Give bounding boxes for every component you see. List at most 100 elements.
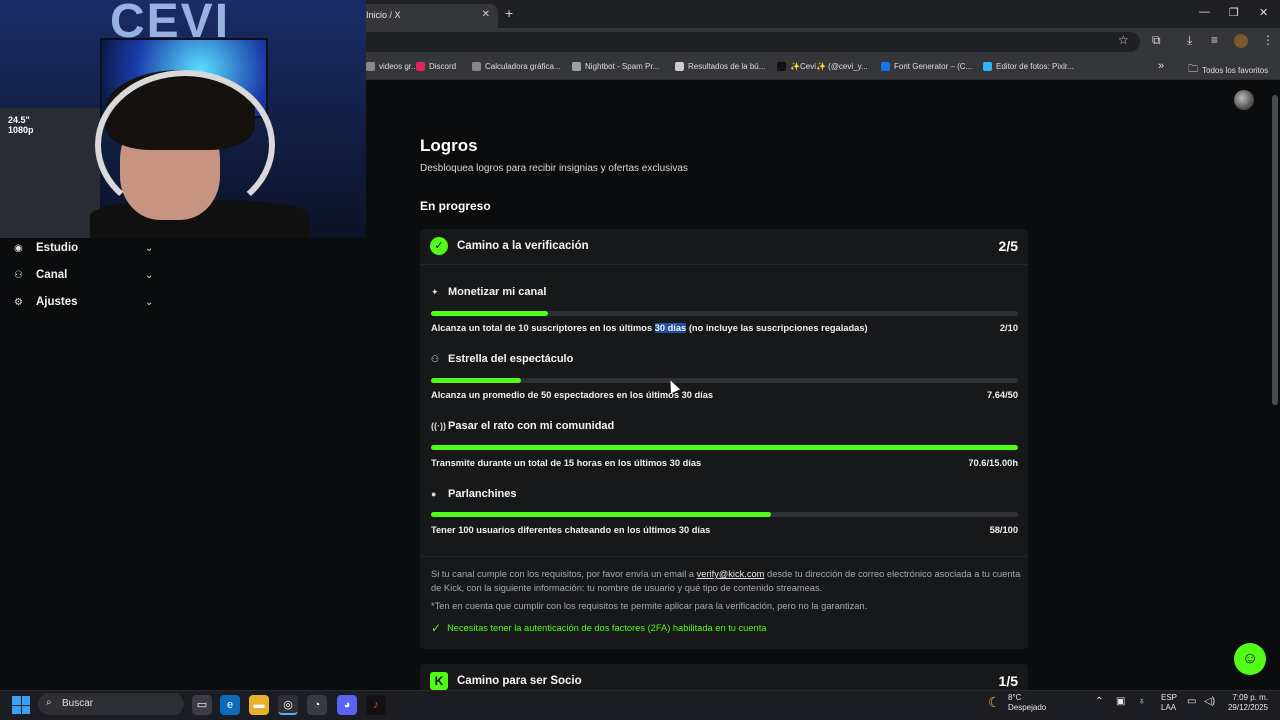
verification-count: 2/5 xyxy=(998,238,1018,254)
tiktok-icon[interactable]: ♪ xyxy=(366,695,386,715)
download-icon[interactable]: ⤓ xyxy=(1187,33,1192,48)
task-value: 58/100 xyxy=(989,525,1018,535)
discord-icon[interactable]: ◕ xyxy=(337,695,357,715)
verification-disclaimer: *Ten en cuenta que cumplir con los requi… xyxy=(431,601,868,611)
bookmark-label: videos gr... xyxy=(379,62,418,71)
progress-fill xyxy=(431,311,549,316)
people-icon: ⚇ xyxy=(431,353,440,364)
verify-email-link[interactable]: verify@kick.com xyxy=(697,569,765,579)
bookmark-favicon-icon xyxy=(777,62,786,71)
star-icon[interactable]: ☆ xyxy=(1118,33,1129,47)
bookmark-favicon-icon xyxy=(675,62,684,71)
tray-chevron-up-icon[interactable]: ⌃ xyxy=(1095,697,1103,707)
kick-logo-icon: K xyxy=(430,672,448,690)
address-bar[interactable] xyxy=(330,32,1140,52)
headset-icon xyxy=(95,70,275,220)
verification-info: Si tu canal cumple con los requisitos, p… xyxy=(431,569,1021,593)
obs-icon[interactable]: ◔ xyxy=(307,695,327,715)
extensions-icon[interactable]: ⧉ xyxy=(1152,33,1161,48)
verification-title: Camino a la verificación xyxy=(457,240,589,252)
restore-icon[interactable]: ❐ xyxy=(1229,6,1239,19)
menu-icon[interactable]: ⋮ xyxy=(1262,33,1274,47)
more-bookmarks-icon[interactable]: » xyxy=(1158,60,1164,72)
bookmark-item[interactable]: Nightbot - Spam Pr... xyxy=(572,62,659,71)
file-explorer-icon[interactable]: ▬ xyxy=(249,695,269,715)
help-button[interactable]: ☺ xyxy=(1234,643,1266,675)
sidebar-item-ajustes[interactable]: ⚙ Ajustes xyxy=(14,296,78,308)
gear-icon: ⚙ xyxy=(14,296,23,308)
check-icon: ✓ xyxy=(431,621,442,635)
bookmark-favicon-icon xyxy=(983,62,992,71)
chrome-icon[interactable]: ◎ xyxy=(278,695,298,715)
bookmark-label: Editor de fotos: Pixlr... xyxy=(996,62,1074,71)
bookmark-item[interactable]: Discord xyxy=(416,62,456,71)
weather-widget[interactable]: 8°C Despejado xyxy=(1008,693,1046,713)
sidebar-item-estudio[interactable]: ◉ Estudio xyxy=(14,242,78,254)
media-icon[interactable]: ≡ xyxy=(1211,33,1218,47)
scrollbar[interactable] xyxy=(1272,95,1278,405)
progress-bar xyxy=(431,378,1018,383)
monitor-box-label: 24.5" 1080p xyxy=(8,115,34,135)
chevron-down-icon[interactable]: ⌄ xyxy=(145,243,153,254)
bookmark-label: Discord xyxy=(429,62,457,71)
task-value: 2/10 xyxy=(999,323,1018,333)
weather-moon-icon: ☾ xyxy=(988,694,1001,710)
progress-bar xyxy=(431,311,1018,316)
browser-tab[interactable]: Inicio / X ✕ xyxy=(356,4,498,28)
tab-title: Inicio / X xyxy=(366,10,401,20)
task-value: 70.6/15.00h xyxy=(968,458,1018,468)
bookmark-item[interactable]: Calculadora gráfica... xyxy=(472,62,561,71)
user-avatar[interactable] xyxy=(1234,90,1254,110)
bookmark-label: Nightbot - Spam Pr... xyxy=(585,62,660,71)
task-description: Transmite durante un total de 15 horas e… xyxy=(431,458,702,468)
progress-fill xyxy=(431,512,772,517)
chat-icon: ● xyxy=(431,489,437,499)
task-view-icon[interactable]: ▭ xyxy=(192,695,212,715)
clock[interactable]: 7:09 p. m. 29/12/2025 xyxy=(1226,693,1268,713)
bookmark-label: ✨Cevi✨ (@cevi_y... xyxy=(790,62,868,71)
channel-icon: ⚇ xyxy=(14,269,23,281)
task-title: ✦ Monetizar mi canal xyxy=(431,286,547,298)
chevron-down-icon[interactable]: ⌄ xyxy=(145,270,153,281)
taskbar-search[interactable]: ⌕ Buscar xyxy=(38,693,184,715)
bookmark-item[interactable]: videos gr... xyxy=(366,62,418,71)
new-tab-icon[interactable]: + xyxy=(505,5,513,21)
profile-avatar[interactable] xyxy=(1234,34,1248,48)
bookmark-label: Resultados de la bú... xyxy=(688,62,766,71)
bookmark-item[interactable]: ✨Cevi✨ (@cevi_y... xyxy=(777,62,868,71)
bookmark-favicon-icon xyxy=(572,62,581,71)
progress-bar xyxy=(431,445,1018,450)
twofa-requirement: ✓ Necesitas tener la autenticación de do… xyxy=(431,621,767,635)
task-title: ⚇ Estrella del espectáculo xyxy=(431,353,574,365)
task-title: ((·)) Pasar el rato con mi comunidad xyxy=(431,420,615,432)
chevron-down-icon[interactable]: ⌄ xyxy=(145,297,153,308)
windows-start-icon[interactable] xyxy=(12,696,30,714)
network-icon[interactable]: ▭ xyxy=(1187,697,1196,707)
bookmark-label: Font Generator – (C... xyxy=(894,62,973,71)
language-indicator[interactable]: ESP LAA xyxy=(1161,693,1177,713)
verified-badge-icon: ✓ xyxy=(430,237,448,255)
bookmark-item[interactable]: Resultados de la bú... xyxy=(675,62,765,71)
webcam-overlay: CEVI 24.5" 1080p xyxy=(0,0,366,238)
minimize-icon[interactable]: — xyxy=(1199,6,1210,18)
volume-icon[interactable]: ◁) xyxy=(1204,697,1215,707)
bookmark-item[interactable]: Font Generator – (C... xyxy=(881,62,972,71)
section-heading: En progreso xyxy=(420,199,491,213)
microphone-icon[interactable]: ♁ xyxy=(1138,697,1146,707)
task-description: Tener 100 usuarios diferentes chateando … xyxy=(431,525,711,535)
bookmark-favicon-icon xyxy=(881,62,890,71)
close-window-icon[interactable]: ✕ xyxy=(1259,6,1268,19)
bookmark-item[interactable]: Editor de fotos: Pixlr... xyxy=(983,62,1074,71)
tray-app-icon[interactable]: ▣ xyxy=(1116,697,1125,707)
edge-icon[interactable]: e xyxy=(220,695,240,715)
bookmark-favicon-icon xyxy=(416,62,425,71)
studio-icon: ◉ xyxy=(14,242,23,254)
task-description: Alcanza un total de 10 suscriptores en l… xyxy=(431,323,868,333)
bookmark-label: Calculadora gráfica... xyxy=(485,62,561,71)
sidebar-item-canal[interactable]: ⚇ Canal xyxy=(14,269,67,281)
bookmark-favicon-icon xyxy=(366,62,375,71)
close-tab-icon[interactable]: ✕ xyxy=(482,9,490,20)
all-bookmarks[interactable]: 🗀 Todos los favoritos xyxy=(1188,62,1268,79)
progress-fill xyxy=(431,445,1018,450)
bookmark-favicon-icon xyxy=(472,62,481,71)
